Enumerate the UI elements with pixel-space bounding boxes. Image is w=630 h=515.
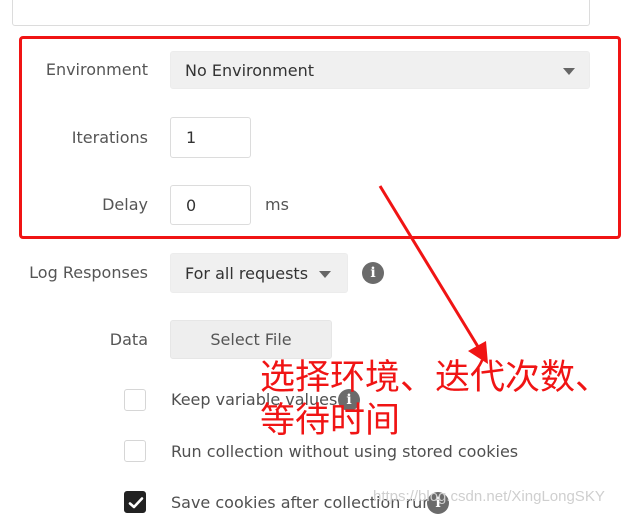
annotation-text-line2: 等待时间	[260, 401, 401, 441]
annotation-text-line1: 选择环境、迭代次数、	[260, 358, 611, 398]
watermark: https://blog.csdn.net/XingLongSKY	[373, 488, 605, 505]
